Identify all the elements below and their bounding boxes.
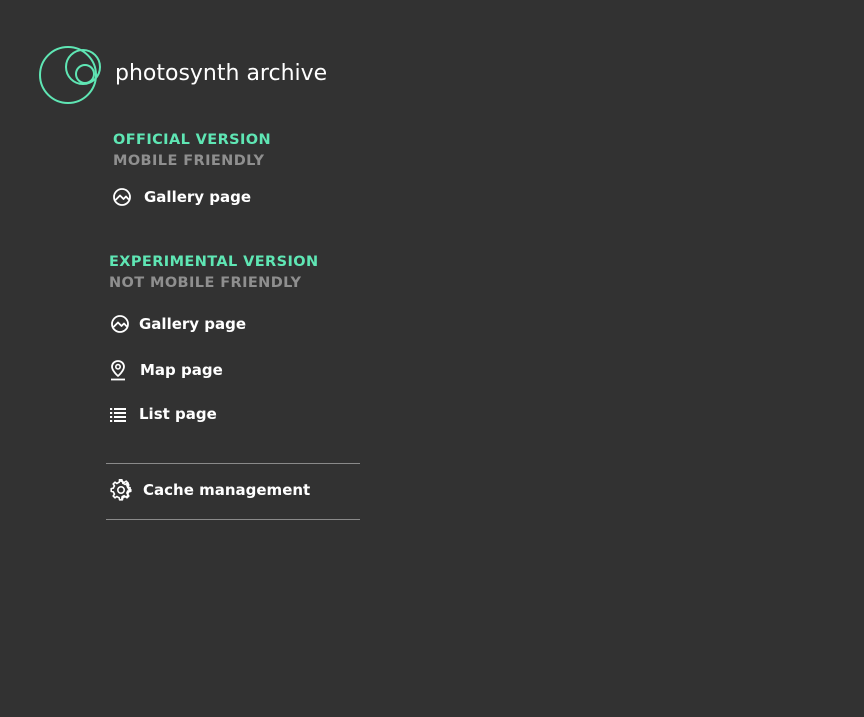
map-pin-icon xyxy=(107,359,129,381)
official-gallery-label: Gallery page xyxy=(144,188,252,206)
app-title: photosynth archive xyxy=(115,61,328,86)
official-gallery-link[interactable]: Gallery page xyxy=(111,185,251,209)
experimental-list-label: List page xyxy=(139,405,217,423)
experimental-version-heading: EXPERIMENTAL VERSION xyxy=(109,254,319,270)
gear-icon xyxy=(110,479,132,501)
official-version-heading: OFFICIAL VERSION xyxy=(113,132,272,148)
cache-management-link[interactable]: Cache management xyxy=(110,478,310,502)
experimental-map-link[interactable]: Map page xyxy=(107,358,223,382)
experimental-map-label: Map page xyxy=(140,361,223,379)
cache-management-label: Cache management xyxy=(143,481,311,499)
page: photosynth archive OFFICIAL VERSION MOBI… xyxy=(0,0,864,717)
gallery-icon xyxy=(111,186,133,208)
experimental-gallery-link[interactable]: Gallery page xyxy=(109,312,246,336)
official-mobile-friendly-label: MOBILE FRIENDLY xyxy=(113,153,265,169)
experimental-list-link[interactable]: List page xyxy=(107,402,217,426)
list-icon xyxy=(107,403,129,425)
experimental-gallery-label: Gallery page xyxy=(139,315,247,333)
divider-top xyxy=(106,463,360,464)
photosynth-logo xyxy=(39,46,101,104)
gallery-icon xyxy=(109,313,131,335)
experimental-not-mobile-friendly-label: NOT MOBILE FRIENDLY xyxy=(109,275,302,291)
divider-bottom xyxy=(106,519,360,520)
